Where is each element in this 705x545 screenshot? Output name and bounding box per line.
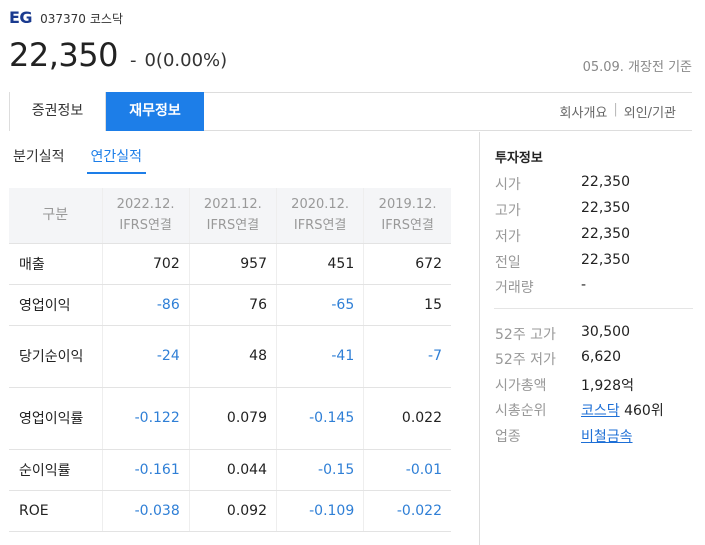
table-cell: 672 xyxy=(363,243,451,285)
table-cell: 957 xyxy=(189,243,278,285)
table-cell: 76 xyxy=(189,284,278,326)
tab-securities-info[interactable]: 증권정보 xyxy=(9,92,106,131)
financial-table: 구분 2022.12. IFRS연결 2021.12. IFRS연결 2020.12… xyxy=(9,188,451,532)
foreign-institution-link[interactable]: 외인/기관 xyxy=(624,102,676,121)
subtab-annual[interactable]: 연간실적 xyxy=(86,146,147,174)
table-cell: -0.01 xyxy=(363,449,451,491)
table-cell: -41 xyxy=(276,325,365,388)
table-cell: 451 xyxy=(276,243,365,285)
info-sector: 업종 비철금속 xyxy=(495,429,633,445)
info-market-cap-rank: 시총순위 코스닥 460위 xyxy=(495,403,664,419)
info-low: 저가 22,350 xyxy=(495,226,630,245)
info-prev-close: 전일 22,350 xyxy=(495,252,630,271)
column-header: 2022.12. IFRS연결 xyxy=(102,188,190,244)
info-volume: 거래량 - xyxy=(495,277,587,296)
table-cell: -0.109 xyxy=(276,490,365,532)
current-price: 22,350 xyxy=(9,36,118,74)
table-cell: 0.022 xyxy=(363,387,451,450)
company-overview-link[interactable]: 회사개요 xyxy=(560,102,608,121)
subtab-quarterly[interactable]: 분기실적 xyxy=(13,146,65,174)
main-tabs: 증권정보 재무정보 회사개요 | 외인/기관 xyxy=(9,92,692,131)
info-high: 고가 22,350 xyxy=(495,200,630,219)
table-cell: -86 xyxy=(102,284,190,326)
divider xyxy=(494,308,693,309)
table-cell: -0.038 xyxy=(102,490,190,532)
info-open: 시가 22,350 xyxy=(495,174,630,193)
table-header-row: 구분 2022.12. IFRS연결 2021.12. IFRS연결 2020.12… xyxy=(9,188,451,244)
table-row: 영업이익률 -0.122 0.079 -0.145 0.022 xyxy=(9,387,451,450)
table-row: 영업이익 -86 76 -65 15 xyxy=(9,284,451,326)
header-label: 구분 xyxy=(9,188,103,244)
table-cell: -0.15 xyxy=(276,449,365,491)
sector-link[interactable]: 비철금속 xyxy=(581,429,633,445)
row-label: 영업이익률 xyxy=(9,387,103,450)
table-row: 당기순이익 -24 48 -41 -7 xyxy=(9,325,451,388)
table-cell: 0.044 xyxy=(189,449,278,491)
table-row: 매출 702 957 451 672 xyxy=(9,243,451,285)
column-header: 2021.12. IFRS연결 xyxy=(189,188,278,244)
row-label: 당기순이익 xyxy=(9,325,103,388)
row-label: 매출 xyxy=(9,243,103,285)
stock-header: EG 037370 코스닥 xyxy=(9,8,123,27)
table-cell: -24 xyxy=(102,325,190,388)
row-label: ROE xyxy=(9,490,103,532)
stock-market: 코스닥 xyxy=(89,12,123,26)
change-sign: - xyxy=(129,50,137,71)
table-cell: -0.161 xyxy=(102,449,190,491)
divider: | xyxy=(613,102,618,117)
tab-financial-info[interactable]: 재무정보 xyxy=(106,92,204,131)
info-market-cap: 시가총액 1,928억 xyxy=(495,378,634,394)
table-row: 순이익률 -0.161 0.044 -0.15 -0.01 xyxy=(9,449,451,491)
table-cell: -65 xyxy=(276,284,365,326)
column-header: 2020.12. IFRS연결 xyxy=(276,188,365,244)
tab-links: 회사개요 | 외인/기관 xyxy=(560,102,676,121)
table-cell: 48 xyxy=(189,325,278,388)
table-cell: -0.122 xyxy=(102,387,190,450)
column-header: 2019.12. IFRS연결 xyxy=(363,188,451,244)
table-cell: -7 xyxy=(363,325,451,388)
stock-code: 037370 xyxy=(40,12,86,26)
table-cell: 0.092 xyxy=(189,490,278,532)
table-row: ROE -0.038 0.092 -0.109 -0.022 xyxy=(9,490,451,532)
info-52w-high: 52주 고가 30,500 xyxy=(495,324,630,343)
price-row: 22,350 - 0(0.00%) xyxy=(9,36,227,74)
stock-name[interactable]: EG xyxy=(9,8,33,27)
time-note: 05.09. 개장전 기준 xyxy=(582,60,692,75)
row-label: 순이익률 xyxy=(9,449,103,491)
info-52w-low: 52주 저가 6,620 xyxy=(495,349,622,368)
table-cell: 0.079 xyxy=(189,387,278,450)
investment-info-title: 투자정보 xyxy=(495,151,543,166)
investment-info-panel: 투자정보 시가 22,350 고가 22,350 저가 22,350 전일 22… xyxy=(479,132,705,545)
table-cell: -0.145 xyxy=(276,387,365,450)
period-subtabs: 분기실적 연간실적 xyxy=(13,146,147,174)
table-cell: -0.022 xyxy=(363,490,451,532)
table-cell: 15 xyxy=(363,284,451,326)
price-change: 0(0.00%) xyxy=(144,50,228,71)
market-link[interactable]: 코스닥 xyxy=(581,403,620,419)
table-cell: 702 xyxy=(102,243,190,285)
row-label: 영업이익 xyxy=(9,284,103,326)
rank-value: 460위 xyxy=(624,403,664,419)
